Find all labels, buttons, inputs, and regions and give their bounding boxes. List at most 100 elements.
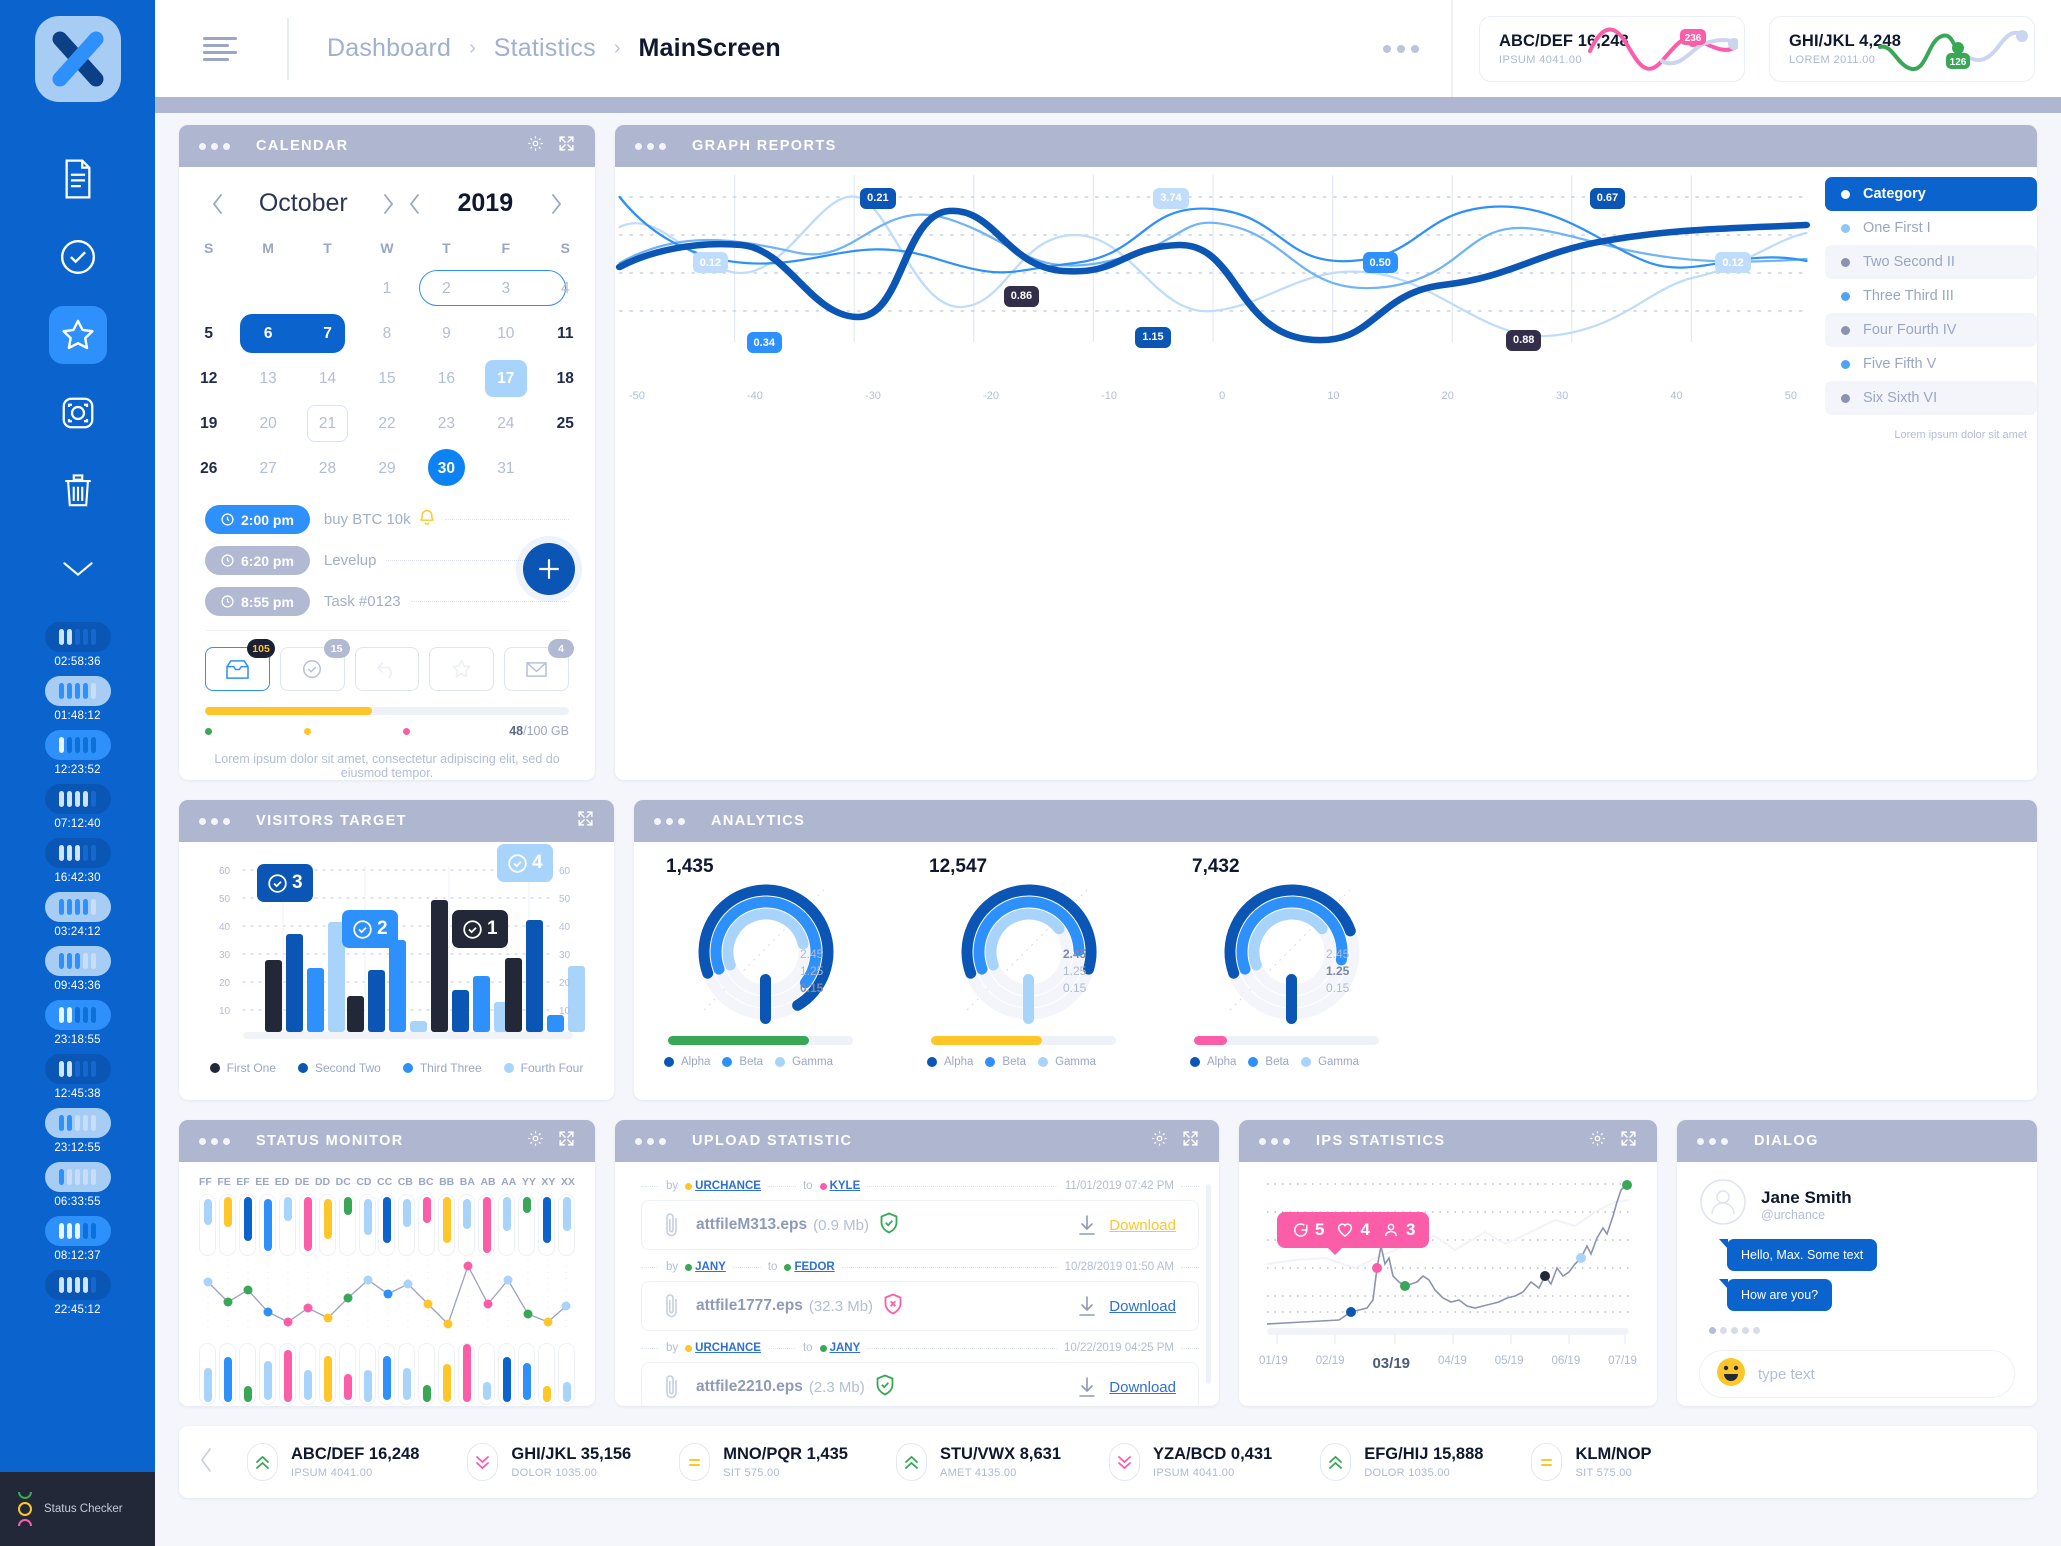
status-capsule[interactable]	[238, 1343, 256, 1405]
calendar-day-12[interactable]: 12	[179, 356, 238, 401]
legend-item[interactable]: Three Third III	[1825, 279, 2037, 313]
status-capsule[interactable]	[518, 1343, 535, 1405]
status-capsule[interactable]	[238, 1194, 256, 1256]
sidebar-timer[interactable]: 09:43:36	[44, 946, 111, 992]
status-capsule[interactable]	[537, 1343, 555, 1405]
sidebar-timer[interactable]: 12:45:38	[44, 1054, 111, 1100]
status-capsule[interactable]	[537, 1194, 555, 1256]
status-capsule[interactable]	[498, 1343, 516, 1405]
calendar-day-2[interactable]: 2	[417, 266, 567, 311]
prev-month-button[interactable]	[205, 191, 230, 217]
status-capsule[interactable]	[278, 1194, 296, 1256]
ips-body[interactable]: 5 4 3 01/19 02/19 03/19 04/19 05/19 06/1…	[1239, 1162, 1657, 1406]
status-capsule[interactable]	[478, 1343, 496, 1405]
calendar-day-20[interactable]: 20	[238, 401, 297, 446]
smiley-icon[interactable]	[1716, 1357, 1746, 1392]
storage-progress[interactable]	[205, 707, 569, 715]
logo-container[interactable]	[0, 0, 155, 118]
ticker-item[interactable]: KLM/NOP SIT 575.00	[1507, 1443, 1675, 1481]
calendar-day-11[interactable]: 11	[536, 311, 595, 356]
visitors-legend-item[interactable]: Third Three	[402, 1061, 482, 1075]
calendar-day-30[interactable]: 30	[417, 446, 476, 491]
calendar-day-14[interactable]: 14	[298, 356, 357, 401]
status-capsule[interactable]	[378, 1343, 396, 1405]
status-capsule[interactable]	[398, 1343, 416, 1405]
upload-to[interactable]: FEDOR	[794, 1261, 834, 1273]
add-event-button[interactable]	[523, 543, 575, 595]
status-capsule[interactable]	[418, 1194, 436, 1256]
sidebar-timer[interactable]: 12:23:52	[44, 730, 111, 776]
sidebar-timer[interactable]: 16:42:30	[44, 838, 111, 884]
status-capsule[interactable]	[199, 1194, 216, 1256]
next-year-button[interactable]	[544, 191, 569, 217]
upload-file-row[interactable]: attfile2210.eps (2.3 Mb) Download	[641, 1362, 1199, 1406]
status-capsule[interactable]	[338, 1343, 356, 1405]
status-capsule[interactable]	[458, 1194, 476, 1256]
kpi-card-ghi-jkl[interactable]: GHI/JKL 4,248 LOREM 2011.00 126	[1769, 15, 2035, 82]
more-dots-icon[interactable]	[199, 1137, 230, 1145]
analytics-legend-item[interactable]: Alpha	[664, 1056, 710, 1068]
analytics-card[interactable]: 7,432 2.45 1.25 0.15 Alpha Beta Gamma	[1186, 856, 1449, 1100]
status-capsule[interactable]	[278, 1343, 296, 1405]
sidebar-timer[interactable]: 03:24:12	[44, 892, 111, 938]
mailbox-inbox[interactable]: 105	[205, 639, 275, 691]
calendar-day-15[interactable]: 15	[357, 356, 416, 401]
analytics-progress[interactable]	[1194, 1036, 1379, 1045]
status-capsule[interactable]	[518, 1194, 535, 1256]
gear-icon[interactable]	[1151, 1130, 1168, 1152]
legend-item[interactable]: One First I	[1825, 211, 2037, 245]
calendar-day-17[interactable]: 17	[476, 356, 535, 401]
status-capsule[interactable]	[438, 1343, 456, 1405]
calendar-day-19[interactable]: 19	[179, 401, 238, 446]
calendar-day-5[interactable]: 5	[179, 311, 238, 356]
analytics-legend-item[interactable]: Alpha	[927, 1056, 973, 1068]
status-capsule[interactable]	[298, 1194, 316, 1256]
visitors-legend-item[interactable]: Fourth Four	[503, 1061, 583, 1075]
calendar-day-29[interactable]: 29	[357, 446, 416, 491]
expand-icon[interactable]	[1182, 1130, 1199, 1152]
mailbox-sent[interactable]: 4	[504, 639, 574, 691]
status-capsule[interactable]	[318, 1343, 336, 1405]
calendar-day-6[interactable]: 6	[238, 311, 345, 356]
status-capsule[interactable]	[557, 1343, 575, 1405]
analytics-legend-item[interactable]: Beta	[985, 1056, 1026, 1068]
ticker-item[interactable]: GHI/JKL 35,156 DOLOR 1035.00	[443, 1443, 655, 1481]
expand-icon[interactable]	[558, 1130, 575, 1152]
analytics-legend-item[interactable]: Beta	[722, 1056, 763, 1068]
sidebar-item-tasks[interactable]	[0, 218, 155, 296]
sidebar-timer[interactable]: 23:12:55	[44, 1108, 111, 1154]
calendar-day-8[interactable]: 8	[357, 311, 416, 356]
event-row[interactable]: 2:00 pm buy BTC 10k	[205, 505, 569, 534]
breadcrumb-statistics[interactable]: Statistics	[494, 34, 596, 63]
calendar-day-18[interactable]: 18	[536, 356, 595, 401]
visitors-body[interactable]: 60 50 40 30 20 10 60 50 40 30 20 10 3 2 …	[179, 842, 614, 1100]
legend-item[interactable]: Five Fifth V	[1825, 347, 2037, 381]
calendar-day-31[interactable]: 31	[476, 446, 535, 491]
calendar-day-26[interactable]: 26	[179, 446, 238, 491]
calendar-day-25[interactable]: 25	[536, 401, 595, 446]
sidebar-item-documents[interactable]	[0, 140, 155, 218]
status-capsule[interactable]	[298, 1343, 316, 1405]
sidebar-timer[interactable]: 01:48:12	[44, 676, 111, 722]
sidebar-timer[interactable]: 23:18:55	[44, 1000, 111, 1046]
legend-item-category[interactable]: Category	[1825, 177, 2037, 211]
sidebar-timer[interactable]: 06:33:55	[44, 1162, 111, 1208]
more-dots-icon[interactable]	[1259, 1137, 1290, 1145]
analytics-card[interactable]: 1,435 2.45 1.25 0.15 Alpha Beta Gamma	[660, 856, 923, 1100]
scrollbar[interactable]	[1206, 1184, 1211, 1384]
download-link[interactable]: Download	[1109, 1379, 1176, 1396]
chevron-left-icon[interactable]	[189, 1447, 223, 1478]
expand-icon[interactable]	[558, 135, 575, 157]
analytics-legend-item[interactable]: Alpha	[1190, 1056, 1236, 1068]
gear-icon[interactable]	[527, 135, 544, 157]
graph-reports-plot[interactable]: 0.12 0.21 0.34 3.74 0.86 1.15 0.50 0.88 …	[615, 167, 1811, 425]
more-dots-icon[interactable]	[654, 817, 685, 825]
sidebar-item-trash[interactable]	[0, 452, 155, 530]
sidebar-timer[interactable]: 02:58:36	[44, 622, 111, 668]
status-capsule[interactable]	[418, 1343, 436, 1405]
upload-from[interactable]: URCHANCE	[695, 1180, 761, 1192]
hamburger-icon[interactable]	[155, 33, 287, 65]
status-capsule[interactable]	[318, 1194, 336, 1256]
ticker-item[interactable]: MNO/PQR 1,435 SIT 575.00	[655, 1443, 872, 1481]
calendar-day-23[interactable]: 23	[417, 401, 476, 446]
